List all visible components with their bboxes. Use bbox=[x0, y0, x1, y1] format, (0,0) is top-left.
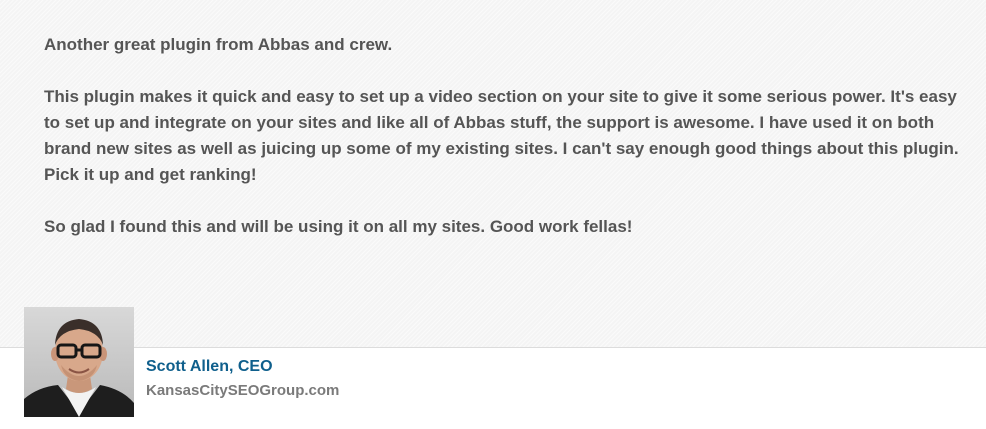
testimonial-text: Another great plugin from Abbas and crew… bbox=[44, 32, 964, 266]
author-avatar bbox=[24, 307, 134, 417]
author-name: Scott Allen, CEO bbox=[146, 358, 273, 375]
author-info: Scott Allen, CEO KansasCitySEOGroup.com bbox=[146, 356, 339, 402]
testimonial-paragraph-2: This plugin makes it quick and easy to s… bbox=[44, 87, 959, 184]
author-website: KansasCitySEOGroup.com bbox=[146, 382, 340, 399]
testimonial-quote-box: Another great plugin from Abbas and crew… bbox=[0, 0, 986, 348]
testimonial-card: Another great plugin from Abbas and crew… bbox=[0, 0, 986, 429]
testimonial-paragraph-3: So glad I found this and will be using i… bbox=[44, 217, 633, 236]
testimonial-paragraph-1: Another great plugin from Abbas and crew… bbox=[44, 35, 393, 54]
person-photo-avatar-icon bbox=[24, 307, 134, 417]
